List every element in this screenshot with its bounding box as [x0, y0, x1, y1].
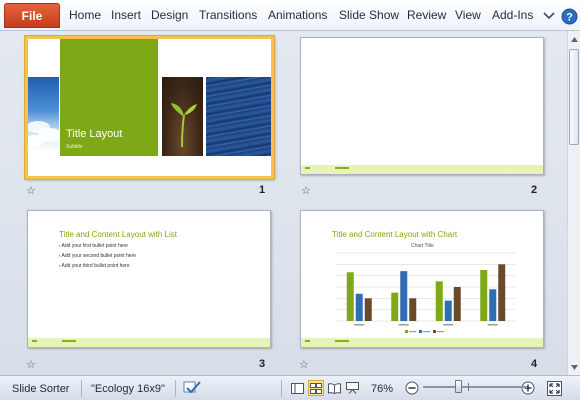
- slide-subtitle: Subtitle: [66, 144, 83, 150]
- legend-swatch: [419, 330, 422, 333]
- chart-bar: [498, 264, 506, 321]
- reading-view-icon[interactable]: [326, 380, 342, 396]
- slide-footer-bar: [28, 338, 270, 347]
- zoom-out-icon[interactable]: [404, 380, 420, 396]
- tab-add-ins[interactable]: Add-Ins: [492, 8, 533, 22]
- legend-label: [423, 331, 430, 333]
- scroll-down-icon[interactable]: [569, 361, 580, 373]
- vertical-scrollbar[interactable]: [567, 31, 580, 375]
- chart-bar: [391, 292, 399, 321]
- animation-star-icon[interactable]: ☆: [299, 359, 311, 371]
- svg-text:?: ?: [566, 11, 573, 23]
- category-label: [487, 324, 498, 326]
- scroll-thumb[interactable]: [569, 49, 579, 145]
- slide-thumbnail-1[interactable]: Title Layout Subtitle: [25, 36, 274, 179]
- tab-design[interactable]: Design: [151, 8, 188, 22]
- chart-bar: [400, 271, 408, 321]
- slide-number: 4: [531, 358, 538, 370]
- animation-star-icon[interactable]: ☆: [301, 185, 313, 197]
- zoom-level[interactable]: 76%: [371, 383, 393, 395]
- list-item: Add your second bullet point here: [59, 251, 137, 261]
- ribbon-minimize-icon[interactable]: [540, 7, 558, 25]
- slide-number: 2: [531, 184, 538, 196]
- chart-bar: [409, 298, 417, 321]
- legend-label: [409, 331, 416, 333]
- zoom-in-icon[interactable]: [520, 380, 536, 396]
- zoom-slider-midpoint: [468, 383, 469, 391]
- bar-chart: [337, 252, 515, 333]
- tab-slide-show[interactable]: Slide Show: [339, 8, 399, 22]
- title-background-block: Title Layout Subtitle: [60, 39, 158, 156]
- chart-bar: [346, 272, 354, 321]
- chart-bar: [444, 300, 452, 321]
- file-tab[interactable]: File: [4, 3, 60, 28]
- slide-title: Title Layout: [66, 128, 123, 140]
- slide-sorter-pane: Title Layout Subtitle ☆ 1 ☆ 2 Title and …: [0, 31, 567, 375]
- chart-bar: [435, 281, 443, 321]
- tab-home[interactable]: Home: [69, 8, 101, 22]
- spell-check-icon[interactable]: [182, 380, 202, 396]
- legend-label: [437, 331, 444, 333]
- chart-bar: [453, 287, 461, 321]
- tab-animations[interactable]: Animations: [268, 8, 327, 22]
- slide-sorter-icon[interactable]: [308, 380, 324, 396]
- slide-footer-bar: [301, 338, 543, 347]
- fit-to-window-icon[interactable]: [546, 380, 562, 396]
- view-name: Slide Sorter: [12, 383, 70, 395]
- slide-title: Title and Content Layout with List: [59, 230, 177, 239]
- legend-swatch: [405, 330, 408, 333]
- category-label: [354, 324, 365, 326]
- slide-show-icon[interactable]: [344, 380, 360, 396]
- chart-bar: [364, 298, 372, 321]
- legend-swatch: [433, 330, 436, 333]
- normal-view-icon[interactable]: [289, 380, 305, 396]
- chart-bar: [489, 289, 497, 321]
- water-image: [206, 77, 271, 156]
- tab-view[interactable]: View: [455, 8, 481, 22]
- slide-thumbnail-2[interactable]: [300, 37, 544, 175]
- slide-title: Title and Content Layout with Chart: [332, 230, 458, 239]
- sprout-image: [162, 77, 203, 156]
- slide-number: 1: [259, 184, 266, 196]
- zoom-slider-thumb[interactable]: [455, 380, 462, 393]
- slide-thumbnail-4[interactable]: Title and Content Layout with Chart Char…: [300, 210, 544, 348]
- list-item: Add your first bullet point here: [59, 241, 136, 251]
- slide-thumbnail-3[interactable]: Title and Content Layout with List Add y…: [27, 210, 271, 348]
- category-label: [398, 324, 409, 326]
- chart-bar: [355, 293, 363, 321]
- theme-name[interactable]: "Ecology 16x9": [91, 383, 165, 395]
- bullet-list: Add your first bullet point here Add you…: [59, 241, 137, 271]
- help-icon[interactable]: ?: [560, 7, 578, 25]
- tab-insert[interactable]: Insert: [111, 8, 141, 22]
- slide-footer-bar: [301, 165, 543, 174]
- ribbon-tab-bar: File Home Insert Design Transitions Anim…: [0, 0, 580, 31]
- tab-transitions[interactable]: Transitions: [199, 8, 257, 22]
- category-label: [443, 324, 454, 326]
- slide-number: 3: [259, 358, 266, 370]
- animation-star-icon[interactable]: ☆: [26, 185, 38, 197]
- tab-review[interactable]: Review: [407, 8, 446, 22]
- list-item: Add your third bullet point here: [59, 261, 136, 271]
- scroll-up-icon[interactable]: [569, 33, 580, 45]
- sky-clouds-image: [28, 77, 59, 151]
- animation-star-icon[interactable]: ☆: [26, 359, 38, 371]
- zoom-slider-track[interactable]: [423, 386, 527, 388]
- chart-bar: [480, 270, 488, 321]
